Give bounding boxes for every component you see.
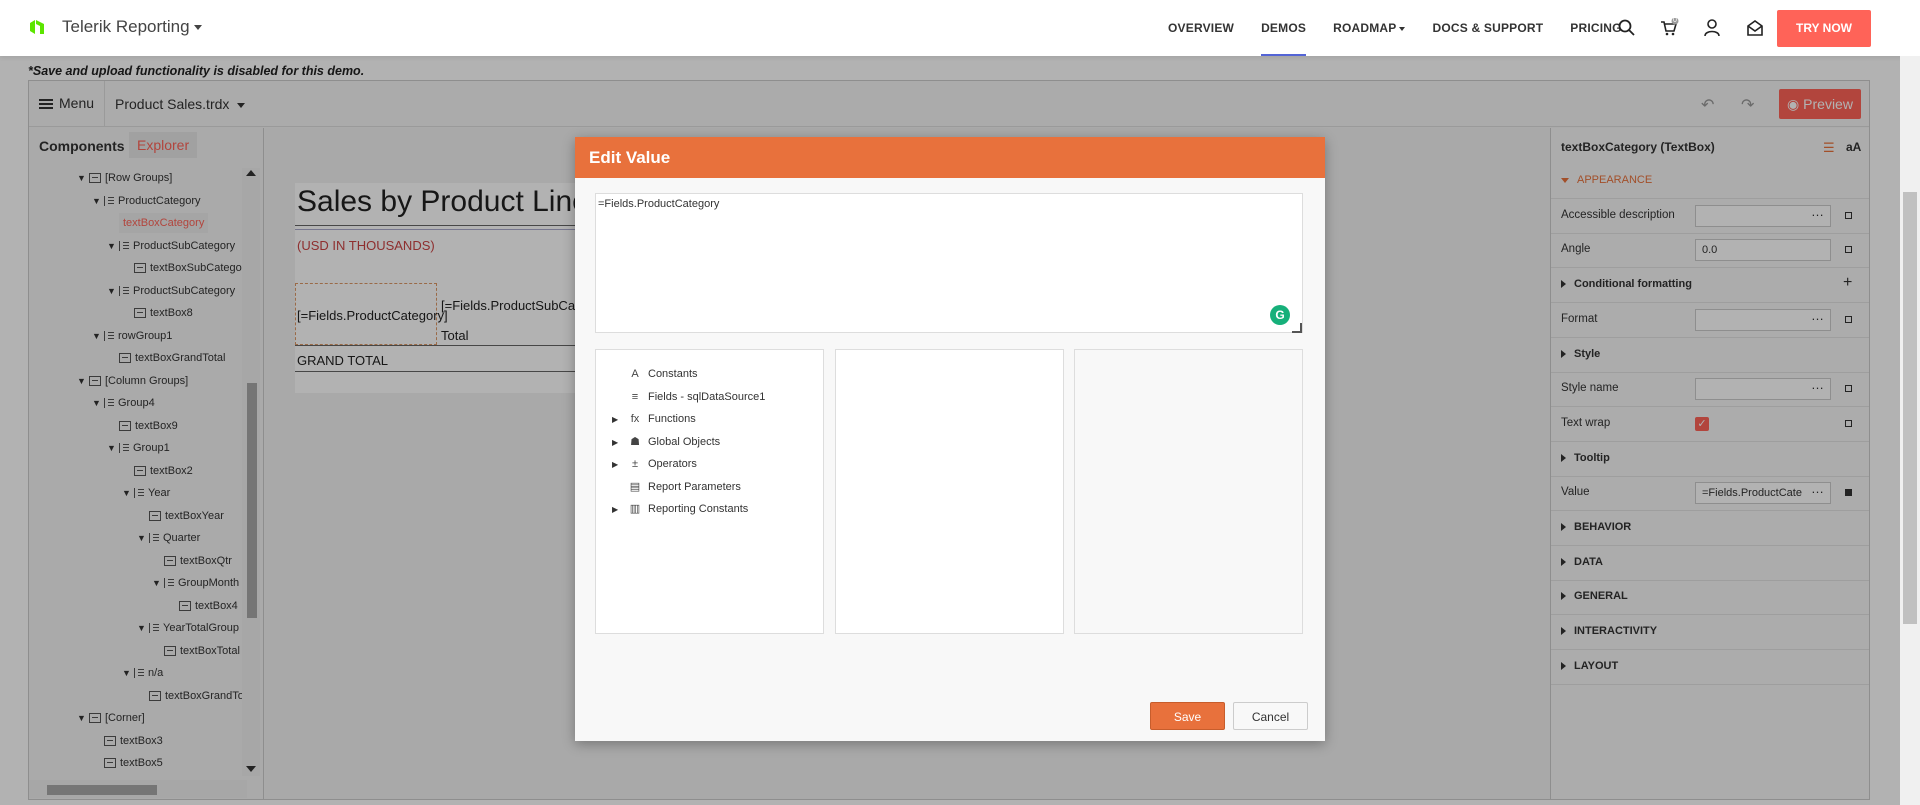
nav-pricing[interactable]: PRICING <box>1570 0 1621 56</box>
expand-toggle-icon[interactable]: ▶ <box>612 410 626 430</box>
resize-handle-icon[interactable] <box>1292 323 1302 333</box>
page-scrollbar[interactable] <box>1900 56 1920 805</box>
expand-toggle-icon[interactable]: ▶ <box>612 455 626 475</box>
category-icon: ▤ <box>629 480 641 493</box>
chevron-down-icon <box>193 25 202 31</box>
nav-roadmap[interactable]: ROADMAP <box>1333 0 1406 56</box>
category-label: Operators <box>648 458 697 470</box>
brand-menu[interactable]: Telerik Reporting <box>62 17 202 37</box>
user-icon[interactable] <box>1702 18 1722 38</box>
nav-demos[interactable]: DEMOS <box>1261 0 1307 56</box>
dialog-title: Edit Value <box>589 148 671 167</box>
category-item[interactable]: ▤ Report Parameters <box>612 477 741 497</box>
cart-count-badge: 0 <box>1673 17 1677 24</box>
category-list: A Constants ≡ Fields - sqlDataSource1 ▶ fx Fun… <box>595 349 824 634</box>
category-item[interactable]: ▶ ± Operators <box>612 454 697 474</box>
expression-editor[interactable]: =Fields.ProductCategory <box>595 193 1303 333</box>
cancel-button[interactable]: Cancel <box>1233 702 1308 730</box>
category-label: Reporting Constants <box>648 503 749 515</box>
brand-label: Telerik Reporting <box>62 17 190 36</box>
top-navigation: Telerik Reporting OVERVIEW DEMOS ROADMAP… <box>0 0 1920 56</box>
category-label: Global Objects <box>648 435 721 448</box>
nav-links: OVERVIEW DEMOS ROADMAP DOCS & SUPPORT PR… <box>1168 0 1649 56</box>
category-label: Report Parameters <box>648 480 741 493</box>
category-item[interactable]: ▶ fx Functions <box>612 409 696 429</box>
description-pane <box>1074 349 1303 634</box>
nav-roadmap-label: ROADMAP <box>1333 21 1397 35</box>
scroll-thumb[interactable] <box>1903 192 1917 624</box>
nav-overview[interactable]: OVERVIEW <box>1168 0 1234 56</box>
item-list <box>835 349 1064 634</box>
chevron-down-icon <box>1399 26 1406 31</box>
category-icon: ▥ <box>629 503 641 515</box>
try-now-button[interactable]: TRY NOW <box>1777 10 1871 47</box>
category-item[interactable]: ▶ ☗ Global Objects <box>612 432 720 452</box>
mail-icon[interactable] <box>1745 18 1765 38</box>
category-item[interactable]: ▶ ▥ Reporting Constants <box>612 499 748 519</box>
category-label: Constants <box>648 368 698 380</box>
category-label: Fields - sqlDataSource1 <box>648 390 766 403</box>
telerik-logo-icon[interactable] <box>27 17 47 37</box>
nav-docs-support[interactable]: DOCS & SUPPORT <box>1432 0 1543 56</box>
search-icon[interactable] <box>1617 18 1637 38</box>
category-icon: A <box>631 368 639 380</box>
save-button[interactable]: Save <box>1150 702 1225 730</box>
category-icon: fx <box>630 413 640 425</box>
category-icon: ± <box>631 458 639 470</box>
category-icon: ☗ <box>630 435 640 448</box>
expand-toggle-icon[interactable]: ▶ <box>612 500 626 520</box>
grammarly-icon[interactable]: G <box>1270 305 1290 325</box>
dialog-header: Edit Value <box>575 137 1325 178</box>
category-label: Functions <box>648 413 696 425</box>
edit-value-dialog: Edit Value =Fields.ProductCategory G A Co… <box>575 137 1325 741</box>
category-icon: ≡ <box>631 390 639 403</box>
expand-toggle-icon[interactable]: ▶ <box>612 433 626 453</box>
category-item[interactable]: ≡ Fields - sqlDataSource1 <box>612 387 766 407</box>
category-item[interactable]: A Constants <box>612 364 698 384</box>
